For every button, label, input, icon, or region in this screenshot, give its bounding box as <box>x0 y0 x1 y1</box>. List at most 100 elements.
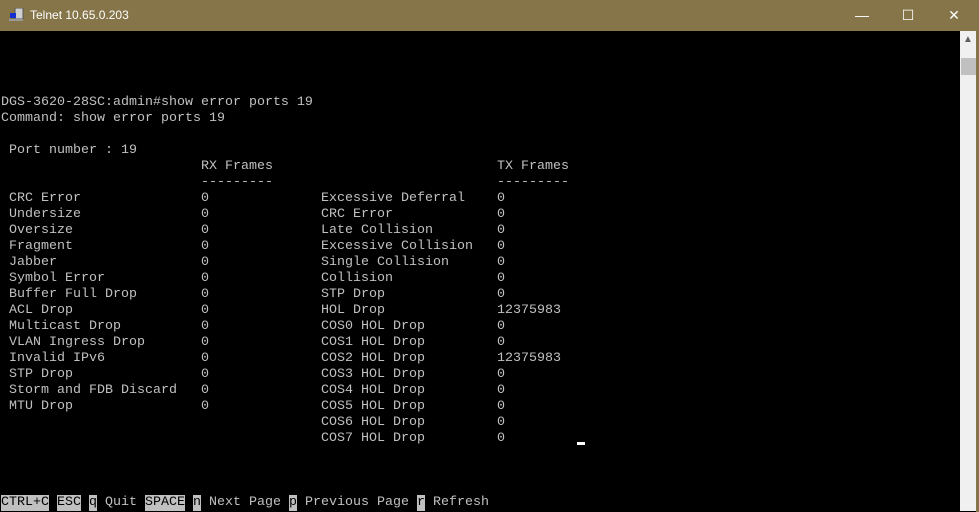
minimize-button[interactable]: — <box>839 0 885 31</box>
tx-counter-value: 12375983 <box>497 351 561 366</box>
tx-counter-value: 12375983 <box>497 303 561 318</box>
tx-counter-label: COS1 HOL Drop <box>321 335 425 350</box>
vertical-scrollbar[interactable]: ▲ <box>960 31 976 511</box>
tx-counter-value: 0 <box>497 399 505 414</box>
rx-counter-label: Multicast Drop <box>9 319 121 334</box>
tx-counter-label: COS3 HOL Drop <box>321 367 425 382</box>
tx-counter-value: 0 <box>497 319 505 334</box>
tx-divider: --------- <box>497 175 569 190</box>
tx-counter-value: 0 <box>497 383 505 398</box>
scrollbar-thumb[interactable] <box>961 58 976 75</box>
counter-row: STP Drop 0 COS3 HOL Drop 0 <box>1 367 960 383</box>
rx-counter-label: Oversize <box>9 223 73 238</box>
key-p[interactable]: p <box>289 495 297 511</box>
key-label: Refresh <box>433 495 489 510</box>
counter-row: COS6 HOL Drop 0 <box>1 415 960 431</box>
rx-counter-value: 0 <box>201 399 209 414</box>
tx-counter-value: 0 <box>497 271 505 286</box>
key-label: Next Page <box>209 495 281 510</box>
counter-row: VLAN Ingress Drop 0 COS1 HOL Drop 0 <box>1 335 960 351</box>
rx-counter-label: Invalid IPv6 <box>9 351 105 366</box>
title-bar: Telnet 10.65.0.203 — ☐ ✕ <box>0 0 979 31</box>
port-number: Port number : 19 <box>1 143 137 158</box>
rx-counter-label: STP Drop <box>9 367 73 382</box>
prompt-line: DGS-3620-28SC:admin#show error ports 19 <box>1 95 960 111</box>
tx-counter-value: 0 <box>497 287 505 302</box>
rx-counter-value: 0 <box>201 319 209 334</box>
text-cursor <box>577 442 585 445</box>
key-ctrlc[interactable]: CTRL+C <box>1 495 49 511</box>
tx-counter-value: 0 <box>497 191 505 206</box>
tx-counter-label: Late Collision <box>321 223 433 238</box>
rx-counter-label: Storm and FDB Discard <box>9 383 177 398</box>
key-help-bar: CTRL+C ESC q Quit SPACE n Next Page p Previous P… <box>1 495 960 511</box>
counter-row: Invalid IPv6 0 COS2 HOL Drop 12375983 <box>1 351 960 367</box>
rx-counter-label: VLAN Ingress Drop <box>9 335 145 350</box>
tx-counter-label: COS5 HOL Drop <box>321 399 425 414</box>
rx-counter-value: 0 <box>201 351 209 366</box>
counter-row: Buffer Full Drop 0 STP Drop 0 <box>1 287 960 303</box>
rx-counter-value: 0 <box>201 287 209 302</box>
tx-counter-value: 0 <box>497 415 505 430</box>
key-r[interactable]: r <box>417 495 425 511</box>
rx-divider: --------- <box>201 175 273 190</box>
header-row: RX Frames TX Frames <box>1 159 960 175</box>
prompt-text: DGS-3620-28SC:admin#show error ports 19 <box>1 95 313 110</box>
rx-counter-value: 0 <box>201 191 209 206</box>
terminal-output[interactable]: DGS-3620-28SC:admin#show error ports 19 C… <box>1 31 960 511</box>
tx-counter-value: 0 <box>497 223 505 238</box>
counter-row: COS7 HOL Drop 0 <box>1 431 960 447</box>
tx-counter-label: CRC Error <box>321 207 393 222</box>
counter-row: Jabber 0 Single Collision 0 <box>1 255 960 271</box>
rx-counter-label: ACL Drop <box>9 303 73 318</box>
tx-counter-label: COS7 HOL Drop <box>321 431 425 446</box>
counter-row: CRC Error 0 Excessive Deferral 0 <box>1 191 960 207</box>
rx-counter-label: MTU Drop <box>9 399 73 414</box>
key-label: Quit <box>105 495 137 510</box>
rx-header: RX Frames <box>201 159 273 174</box>
counter-row: Fragment 0 Excessive Collision 0 <box>1 239 960 255</box>
tx-counter-label: Collision <box>321 271 393 286</box>
rx-counter-label: Buffer Full Drop <box>9 287 137 302</box>
key-n[interactable]: n <box>193 495 201 511</box>
port-line: Port number : 19 <box>1 143 960 159</box>
tx-counter-label: STP Drop <box>321 287 385 302</box>
tx-counter-label: COS6 HOL Drop <box>321 415 425 430</box>
tx-counter-label: COS2 HOL Drop <box>321 351 425 366</box>
tx-counter-label: COS4 HOL Drop <box>321 383 425 398</box>
telnet-app-icon <box>9 8 24 21</box>
rx-counter-label: Symbol Error <box>9 271 105 286</box>
counter-row: Symbol Error 0 Collision 0 <box>1 271 960 287</box>
counter-row: Undersize 0 CRC Error 0 <box>1 207 960 223</box>
rx-counter-label: Fragment <box>9 239 73 254</box>
key-q[interactable]: q <box>89 495 97 511</box>
rx-counter-value: 0 <box>201 271 209 286</box>
rx-counter-value: 0 <box>201 303 209 318</box>
tx-counter-value: 0 <box>497 207 505 222</box>
rx-counter-label: Undersize <box>9 207 81 222</box>
rx-counter-value: 0 <box>201 335 209 350</box>
tx-counter-value: 0 <box>497 367 505 382</box>
dash-row: --------- --------- <box>1 175 960 191</box>
maximize-button[interactable]: ☐ <box>885 0 931 31</box>
tx-header: TX Frames <box>497 159 569 174</box>
counter-row: Oversize 0 Late Collision 0 <box>1 223 960 239</box>
tx-counter-value: 0 <box>497 255 505 270</box>
scroll-up-icon[interactable]: ▲ <box>960 31 976 48</box>
counter-row: ACL Drop 0 HOL Drop 12375983 <box>1 303 960 319</box>
key-label: Previous Page <box>305 495 409 510</box>
tx-counter-label: Single Collision <box>321 255 449 270</box>
tx-counter-label: COS0 HOL Drop <box>321 319 425 334</box>
counter-row: MTU Drop 0 COS5 HOL Drop 0 <box>1 399 960 415</box>
close-button[interactable]: ✕ <box>931 0 977 31</box>
window-title: Telnet 10.65.0.203 <box>30 8 129 22</box>
key-esc[interactable]: ESC <box>57 495 81 511</box>
key-space[interactable]: SPACE <box>145 495 185 511</box>
rx-counter-value: 0 <box>201 367 209 382</box>
tx-counter-label: Excessive Deferral <box>321 191 465 206</box>
counter-row: Storm and FDB Discard 0 COS4 HOL Drop 0 <box>1 383 960 399</box>
tx-counter-value: 0 <box>497 239 505 254</box>
rx-counter-label: Jabber <box>9 255 57 270</box>
counter-row: Multicast Drop 0 COS0 HOL Drop 0 <box>1 319 960 335</box>
tx-counter-label: Excessive Collision <box>321 239 473 254</box>
